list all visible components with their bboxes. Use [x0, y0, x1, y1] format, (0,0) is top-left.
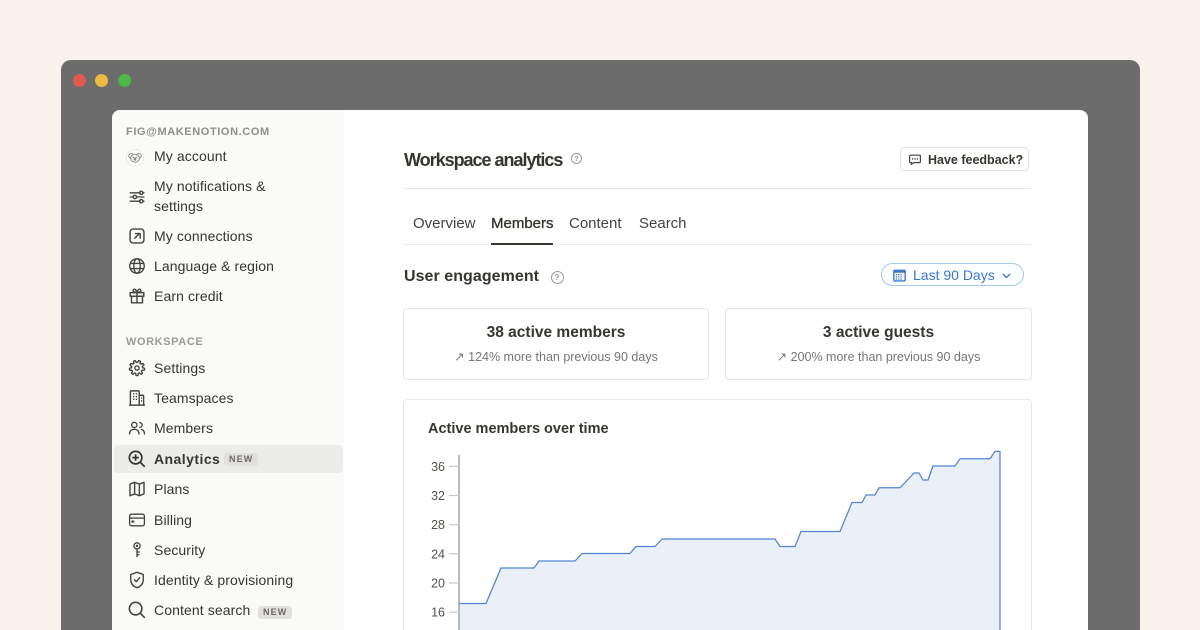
svg-text:36: 36 — [431, 460, 445, 474]
svg-text:24: 24 — [431, 547, 445, 561]
svg-text:32: 32 — [431, 489, 445, 503]
svg-text:16: 16 — [431, 606, 445, 620]
svg-text:28: 28 — [431, 518, 445, 532]
svg-text:20: 20 — [431, 577, 445, 591]
